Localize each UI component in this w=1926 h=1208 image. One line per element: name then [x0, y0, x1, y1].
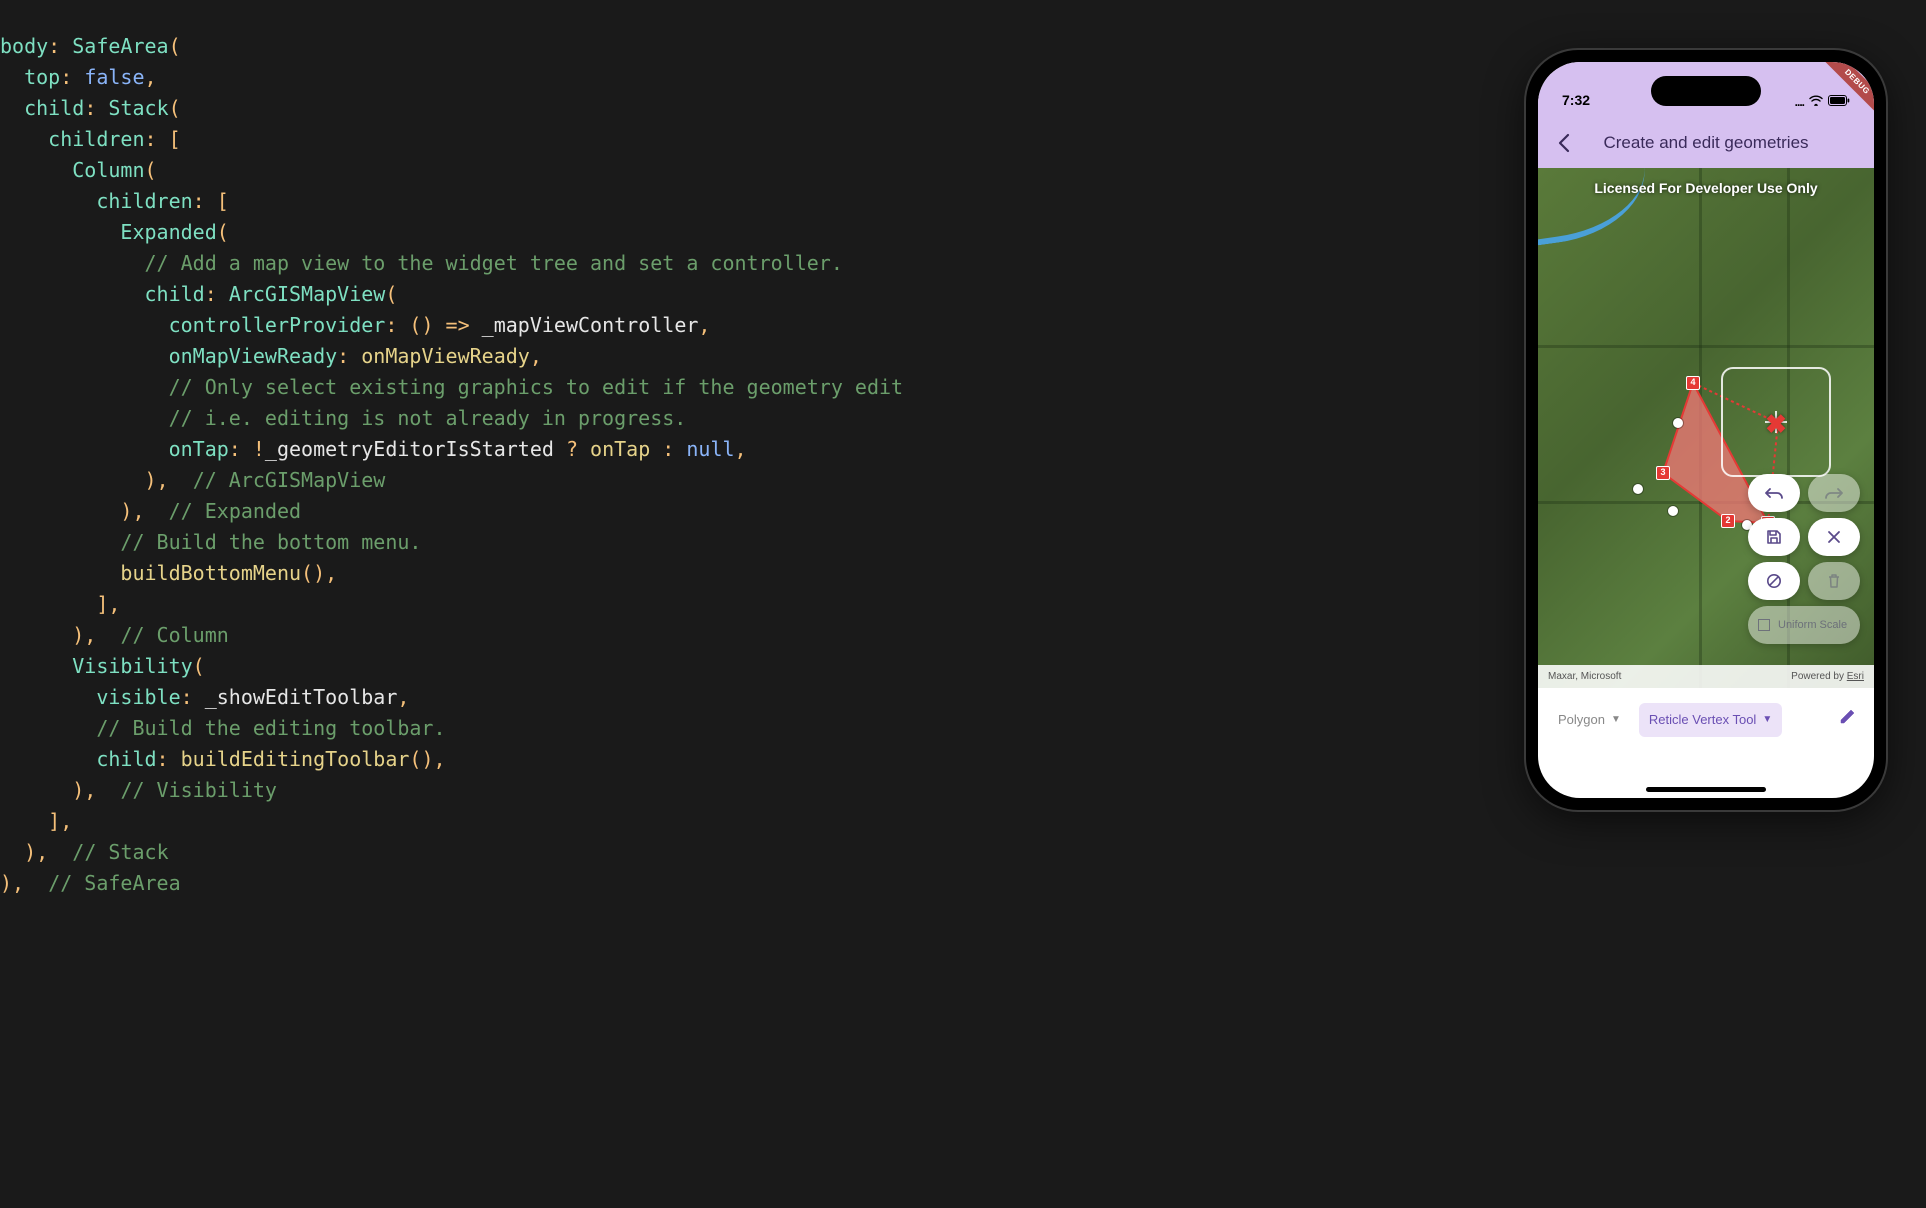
- license-overlay: Licensed For Developer Use Only: [1538, 178, 1874, 200]
- vertex-label-4[interactable]: 4: [1686, 376, 1700, 390]
- edit-button[interactable]: [1838, 705, 1858, 736]
- redo-icon: [1824, 486, 1844, 500]
- end-comment-column: // Column: [120, 623, 228, 647]
- tool-dropdown[interactable]: Reticle Vertex Tool ▼: [1639, 703, 1782, 737]
- map-view[interactable]: Licensed For Developer Use Only 1 2 3 4: [1538, 168, 1874, 688]
- trash-icon: [1827, 573, 1841, 589]
- cursor-marker-icon: ✖: [1765, 404, 1787, 444]
- attribution-prefix: Powered by: [1791, 671, 1847, 682]
- geometry-type-dropdown[interactable]: Polygon ▼: [1548, 703, 1631, 737]
- end-comment-expanded: // Expanded: [169, 499, 301, 523]
- ref-onmapviewready: onMapViewReady: [361, 344, 530, 368]
- attribution-right: Powered by Esri: [1791, 669, 1864, 685]
- param-child-3: child: [96, 747, 156, 771]
- class-column: Column: [72, 158, 144, 182]
- end-comment-stack: // Stack: [72, 840, 168, 864]
- vertex-label-2[interactable]: 2: [1721, 514, 1735, 528]
- end-comment-visibility: // Visibility: [120, 778, 277, 802]
- param-children: children: [48, 127, 144, 151]
- cancel-button[interactable]: [1808, 518, 1860, 556]
- close-icon: [1827, 530, 1841, 544]
- home-indicator: [1646, 787, 1766, 792]
- battery-icon: [1828, 93, 1850, 112]
- literal-false: false: [84, 65, 144, 89]
- save-button[interactable]: [1748, 518, 1800, 556]
- comment-bottom-menu: // Build the bottom menu.: [120, 530, 421, 554]
- bottom-menu: Polygon ▼ Reticle Vertex Tool ▼: [1538, 688, 1874, 752]
- save-icon: [1766, 529, 1782, 545]
- geometry-type-value: Polygon: [1558, 710, 1605, 730]
- var-mapviewcontroller: _mapViewController: [482, 313, 699, 337]
- map-attribution: Maxar, Microsoft Powered by Esri: [1538, 665, 1874, 689]
- app-bar-title: Create and edit geometries: [1552, 130, 1860, 156]
- class-visibility: Visibility: [72, 654, 192, 678]
- app-bar: Create and edit geometries: [1538, 118, 1874, 168]
- class-arcgismapview: ArcGISMapView: [229, 282, 386, 306]
- param-body: body: [0, 34, 48, 58]
- status-right: ....: [1795, 93, 1850, 112]
- class-expanded: Expanded: [120, 220, 216, 244]
- tool-value: Reticle Vertex Tool: [1649, 710, 1756, 730]
- chevron-down-icon: ▼: [1762, 712, 1772, 728]
- class-stack: Stack: [108, 96, 168, 120]
- midpoint[interactable]: [1673, 418, 1683, 428]
- comment-mapview: // Add a map view to the widget tree and…: [145, 251, 843, 275]
- chevron-down-icon: ▼: [1611, 712, 1621, 728]
- param-top: top: [24, 65, 60, 89]
- vertex-label-3[interactable]: 3: [1656, 466, 1670, 480]
- undo-button[interactable]: [1748, 474, 1800, 512]
- literal-null: null: [686, 437, 734, 461]
- param-controllerprovider: controllerProvider: [169, 313, 386, 337]
- wifi-icon: [1809, 93, 1823, 112]
- comment-editing-toolbar: // Build the editing toolbar.: [96, 716, 445, 740]
- signal-dots: ....: [1795, 93, 1804, 112]
- dynamic-island: [1651, 76, 1761, 106]
- call-buildeditingtoolbar: buildEditingToolbar: [181, 747, 410, 771]
- var-geometryeditorstarted: _geometryEditorIsStarted: [265, 437, 554, 461]
- code-editor: body: SafeArea( top: false, child: Stack…: [0, 0, 980, 899]
- class-safearea: SafeArea: [72, 34, 168, 58]
- undo-icon: [1764, 486, 1784, 500]
- phone-frame: DEBUG 7:32 .... Create and edit ge: [1526, 50, 1886, 810]
- phone-mockup: DEBUG 7:32 .... Create and edit ge: [1526, 50, 1886, 810]
- midpoint[interactable]: [1633, 484, 1643, 494]
- prohibit-icon: [1766, 573, 1782, 589]
- end-comment-arcgismapview: // ArcGISMapView: [193, 468, 386, 492]
- edit-toolbar: Uniform Scale: [1748, 474, 1860, 644]
- call-buildbottommenu: buildBottomMenu: [120, 561, 301, 585]
- end-comment-safearea: // SafeArea: [48, 871, 180, 895]
- redo-button[interactable]: [1808, 474, 1860, 512]
- status-time: 7:32: [1562, 90, 1590, 112]
- comment-select-2: // i.e. editing is not already in progre…: [169, 406, 687, 430]
- param-child-2: child: [145, 282, 205, 306]
- clear-button[interactable]: [1748, 562, 1800, 600]
- attribution-esri-link[interactable]: Esri: [1847, 671, 1864, 682]
- param-visible: visible: [96, 685, 180, 709]
- midpoint[interactable]: [1668, 506, 1678, 516]
- checkbox-icon: [1758, 619, 1770, 631]
- var-showedittoolbar: _showEditToolbar: [205, 685, 398, 709]
- ref-ontap: onTap: [590, 437, 650, 461]
- param-child: child: [24, 96, 84, 120]
- comment-select-1: // Only select existing graphics to edit…: [169, 375, 904, 399]
- param-onmapviewready: onMapViewReady: [169, 344, 338, 368]
- uniform-scale-label: Uniform Scale: [1778, 619, 1847, 631]
- param-ontap: onTap: [169, 437, 229, 461]
- phone-screen: DEBUG 7:32 .... Create and edit ge: [1538, 62, 1874, 798]
- delete-button[interactable]: [1808, 562, 1860, 600]
- uniform-scale-toggle[interactable]: Uniform Scale: [1748, 606, 1860, 644]
- pencil-icon: [1838, 706, 1858, 726]
- attribution-left: Maxar, Microsoft: [1548, 669, 1621, 685]
- param-children-2: children: [96, 189, 192, 213]
